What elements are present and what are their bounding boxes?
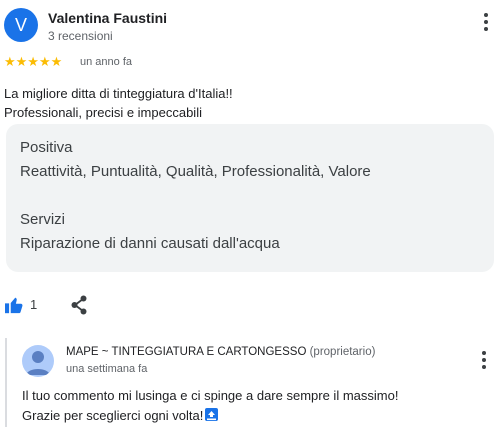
reviewer-name[interactable]: Valentina Faustini xyxy=(48,10,167,26)
reply-more-vert-icon[interactable] xyxy=(476,350,492,370)
reviewer-review-count: 3 recensioni xyxy=(48,29,113,43)
reply-line-1: Il tuo commento mi lusinga e ci spinge a… xyxy=(22,388,399,403)
owner-name-line: MAPE ~ TINTEGGIATURA E CARTONGESSO (prop… xyxy=(66,346,375,358)
owner-reply-time: una settimana fa xyxy=(66,363,148,375)
person-icon xyxy=(26,351,50,375)
share-button[interactable] xyxy=(70,295,88,320)
review-line-2: Professionali, precisi e impeccabili xyxy=(4,105,202,120)
reviewer-avatar[interactable]: V xyxy=(4,8,38,42)
star-rating: ★★★★★ xyxy=(4,54,63,69)
owner-avatar[interactable] xyxy=(22,345,54,377)
owner-name: MAPE ~ TINTEGGIATURA E CARTONGESSO xyxy=(66,346,307,358)
review-attributes-panel: Positiva Reattività, Puntualità, Qualità… xyxy=(6,124,494,272)
review-text: La migliore ditta di tinteggiatura d'Ita… xyxy=(4,84,233,122)
services-value: Riparazione di danni causati dall'acqua xyxy=(20,235,280,252)
share-icon xyxy=(71,295,87,315)
reply-line-2-wrap: Grazie per sceglierci ogni volta! xyxy=(22,406,398,426)
like-count: 1 xyxy=(30,297,38,312)
positive-value: Reattività, Puntualità, Qualità, Profess… xyxy=(20,163,371,180)
owner-reply-text: Il tuo commento mi lusinga e ci spinge a… xyxy=(22,386,398,426)
services-label: Servizi xyxy=(20,211,66,228)
more-vert-icon[interactable] xyxy=(478,12,494,32)
owner-role: (proprietario) xyxy=(309,346,376,358)
avatar-initial: V xyxy=(14,14,27,35)
reply-line-2: Grazie per sceglierci ogni volta! xyxy=(22,408,204,423)
reply-divider xyxy=(5,338,7,427)
positive-label: Positiva xyxy=(20,139,73,156)
thumbs-up-icon xyxy=(5,297,23,314)
review-time: un anno fa xyxy=(80,56,132,68)
like-button[interactable] xyxy=(4,296,24,319)
review-line-1: La migliore ditta di tinteggiatura d'Ita… xyxy=(4,86,233,101)
top-arrow-emoji xyxy=(205,408,219,421)
